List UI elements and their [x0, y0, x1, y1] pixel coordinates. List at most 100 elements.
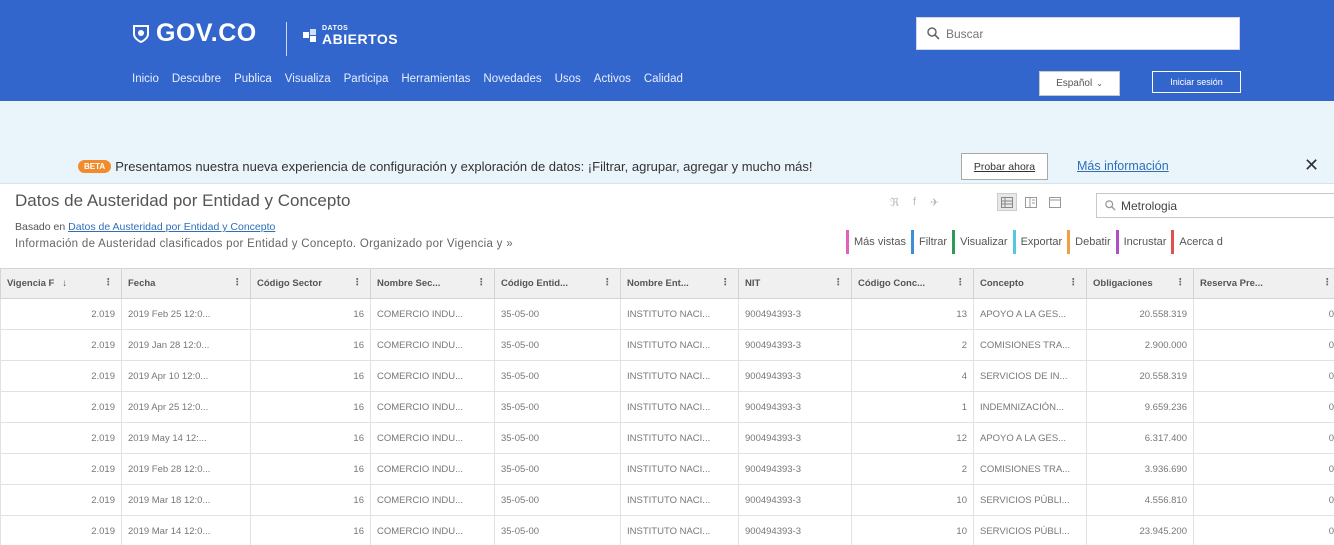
column-menu-icon[interactable]: ⋮ — [104, 277, 114, 288]
table-cell: COMERCIO INDU... — [370, 298, 495, 330]
nav-novedades[interactable]: Novedades — [483, 73, 541, 85]
table-cell: 35-05-00 — [494, 391, 621, 423]
login-button[interactable]: Iniciar sesión — [1152, 71, 1241, 93]
table-cell: SERVICIOS PÚBLI... — [973, 484, 1087, 516]
action-tab-4[interactable]: Debatir — [1067, 230, 1115, 254]
column-menu-icon[interactable]: ⋮ — [956, 277, 966, 288]
nav-inicio[interactable]: Inicio — [132, 73, 159, 85]
nav-activos[interactable]: Activos — [594, 73, 631, 85]
table-cell: 900494393-3 — [738, 360, 852, 392]
nav-herramientas[interactable]: Herramientas — [401, 73, 470, 85]
beta-badge: BETA — [78, 160, 112, 173]
column-header[interactable]: Fecha ⋮ — [121, 268, 251, 299]
table-cell: 35-05-00 — [494, 298, 621, 330]
site-search[interactable] — [916, 17, 1240, 50]
table-cell: 35-05-00 — [494, 360, 621, 392]
site-search-input[interactable] — [946, 26, 1226, 41]
table-cell: SERVICIOS DE IN... — [973, 360, 1087, 392]
rss-icon[interactable]: ℜ — [890, 196, 899, 209]
action-tab-6[interactable]: Acerca d — [1171, 230, 1227, 254]
gov-co-text: GOV.CO — [156, 19, 257, 47]
action-tab-3[interactable]: Exportar — [1012, 230, 1068, 254]
column-menu-icon[interactable]: ⋮ — [603, 277, 613, 288]
table-cell: 900494393-3 — [738, 422, 852, 454]
table-row[interactable]: 2.019 2019 May 14 12:... 16 COMERCIO INDU..… — [0, 422, 1334, 454]
action-tab-1[interactable]: Filtrar — [910, 230, 952, 254]
nav-publica[interactable]: Publica — [234, 73, 272, 85]
sort-down-icon[interactable]: ↓ — [62, 278, 67, 289]
column-menu-icon[interactable]: ⋮ — [834, 277, 844, 288]
column-menu-icon[interactable]: ⋮ — [1069, 277, 1079, 288]
table-cell: 2019 Feb 28 12:0... — [121, 453, 251, 485]
more-info-link[interactable]: Más información — [1077, 159, 1169, 173]
column-menu-icon[interactable]: ⋮ — [353, 277, 363, 288]
nav-calidad[interactable]: Calidad — [644, 73, 683, 85]
table-row[interactable]: 2.019 2019 Apr 10 12:0... 16 COMERCIO INDU.… — [0, 360, 1334, 392]
column-header[interactable]: Código Entid... ⋮ — [494, 268, 621, 299]
action-tab-2[interactable]: Visualizar — [952, 230, 1013, 254]
table-body: 2.019 2019 Feb 25 12:0... 16 COMERCIO INDU.… — [0, 298, 1334, 545]
table-cell: 4.556.810 — [1086, 484, 1194, 516]
table-cell: 16 — [250, 360, 371, 392]
table-row[interactable]: 2.019 2019 Feb 25 12:0... 16 COMERCIO INDU.… — [0, 298, 1334, 330]
data-grid: Vigencia F ↓ ⋮ Fecha ⋮ Código Sector ⋮ Nombre S… — [0, 268, 1334, 545]
dataset-search[interactable] — [1096, 193, 1334, 218]
dataset-description[interactable]: Información de Austeridad clasificados p… — [15, 238, 513, 250]
column-header[interactable]: Vigencia F ↓ ⋮ — [0, 268, 122, 299]
table-cell: 2019 Apr 10 12:0... — [121, 360, 251, 392]
table-row[interactable]: 2.019 2019 Mar 14 12:0... 16 COMERCIO INDU.… — [0, 515, 1334, 545]
action-tab-0[interactable]: Más vistas — [846, 230, 911, 254]
column-header[interactable]: Nombre Ent... ⋮ — [620, 268, 739, 299]
table-cell: 2.019 — [0, 453, 122, 485]
table-cell: 16 — [250, 453, 371, 485]
datos-abiertos-logo[interactable]: DATOS ABIERTOS — [302, 25, 398, 46]
based-on-link[interactable]: Datos de Austeridad por Entidad y Concep… — [68, 221, 275, 233]
table-cell: INSTITUTO NACI... — [620, 515, 739, 545]
column-menu-icon[interactable]: ⋮ — [721, 277, 731, 288]
language-select[interactable]: Español ⌄ — [1039, 71, 1120, 96]
nav-usos[interactable]: Usos — [555, 73, 581, 85]
column-header[interactable]: Nombre Sec... ⋮ — [370, 268, 495, 299]
gov-co-logo[interactable]: GOV.CO — [132, 19, 257, 48]
dataset-search-input[interactable] — [1121, 198, 1321, 213]
dataset-title: Datos de Austeridad por Entidad y Concep… — [15, 191, 351, 210]
table-cell: INSTITUTO NACI... — [620, 422, 739, 454]
page-view-icon[interactable] — [1021, 193, 1041, 211]
column-menu-icon[interactable]: ⋮ — [233, 277, 243, 288]
column-menu-icon[interactable]: ⋮ — [1323, 277, 1333, 288]
nav-participa[interactable]: Participa — [344, 73, 389, 85]
column-header[interactable]: Concepto ⋮ — [973, 268, 1087, 299]
column-header[interactable]: Reserva Pre... ⋮ — [1193, 268, 1334, 299]
column-header[interactable]: NIT ⋮ — [738, 268, 852, 299]
nav-visualiza[interactable]: Visualiza — [285, 73, 331, 85]
table-cell: 2019 Mar 18 12:0... — [121, 484, 251, 516]
twitter-icon[interactable]: ✈ — [930, 196, 939, 209]
table-row[interactable]: 2.019 2019 Apr 25 12:0... 16 COMERCIO INDU.… — [0, 391, 1334, 423]
table-cell: 35-05-00 — [494, 422, 621, 454]
action-tab-5[interactable]: Incrustar — [1115, 230, 1172, 254]
column-menu-icon[interactable]: ⋮ — [1176, 277, 1186, 288]
try-now-button[interactable]: Probar ahora — [961, 153, 1048, 180]
column-header[interactable]: Obligaciones ⋮ — [1086, 268, 1194, 299]
nav-descubre[interactable]: Descubre — [172, 73, 221, 85]
table-view-icon[interactable] — [997, 193, 1017, 211]
table-row[interactable]: 2.019 2019 Jan 28 12:0... 16 COMERCIO INDU.… — [0, 329, 1334, 361]
card-view-icon[interactable] — [1045, 193, 1065, 211]
table-cell: 20.558.319 — [1086, 360, 1194, 392]
table-cell: 2.019 — [0, 391, 122, 423]
table-header-row: Vigencia F ↓ ⋮ Fecha ⋮ Código Sector ⋮ Nombre S… — [0, 268, 1334, 299]
column-header-label: NIT — [745, 278, 761, 289]
chevron-down-icon: ⌄ — [1096, 79, 1103, 88]
colombia-shield-icon — [133, 24, 149, 43]
column-header[interactable]: Código Conc... ⋮ — [851, 268, 974, 299]
table-cell: 2019 May 14 12:... — [121, 422, 251, 454]
column-menu-icon[interactable]: ⋮ — [477, 277, 487, 288]
close-icon[interactable]: ✕ — [1304, 155, 1319, 176]
table-row[interactable]: 2.019 2019 Mar 18 12:0... 16 COMERCIO INDU.… — [0, 484, 1334, 516]
table-cell: 2.019 — [0, 360, 122, 392]
table-row[interactable]: 2.019 2019 Feb 28 12:0... 16 COMERCIO INDU.… — [0, 453, 1334, 485]
table-cell: COMERCIO INDU... — [370, 329, 495, 361]
banner-text: Presentamos nuestra nueva experiencia de… — [115, 159, 813, 174]
column-header[interactable]: Código Sector ⋮ — [250, 268, 371, 299]
facebook-icon[interactable]: f — [913, 196, 916, 209]
